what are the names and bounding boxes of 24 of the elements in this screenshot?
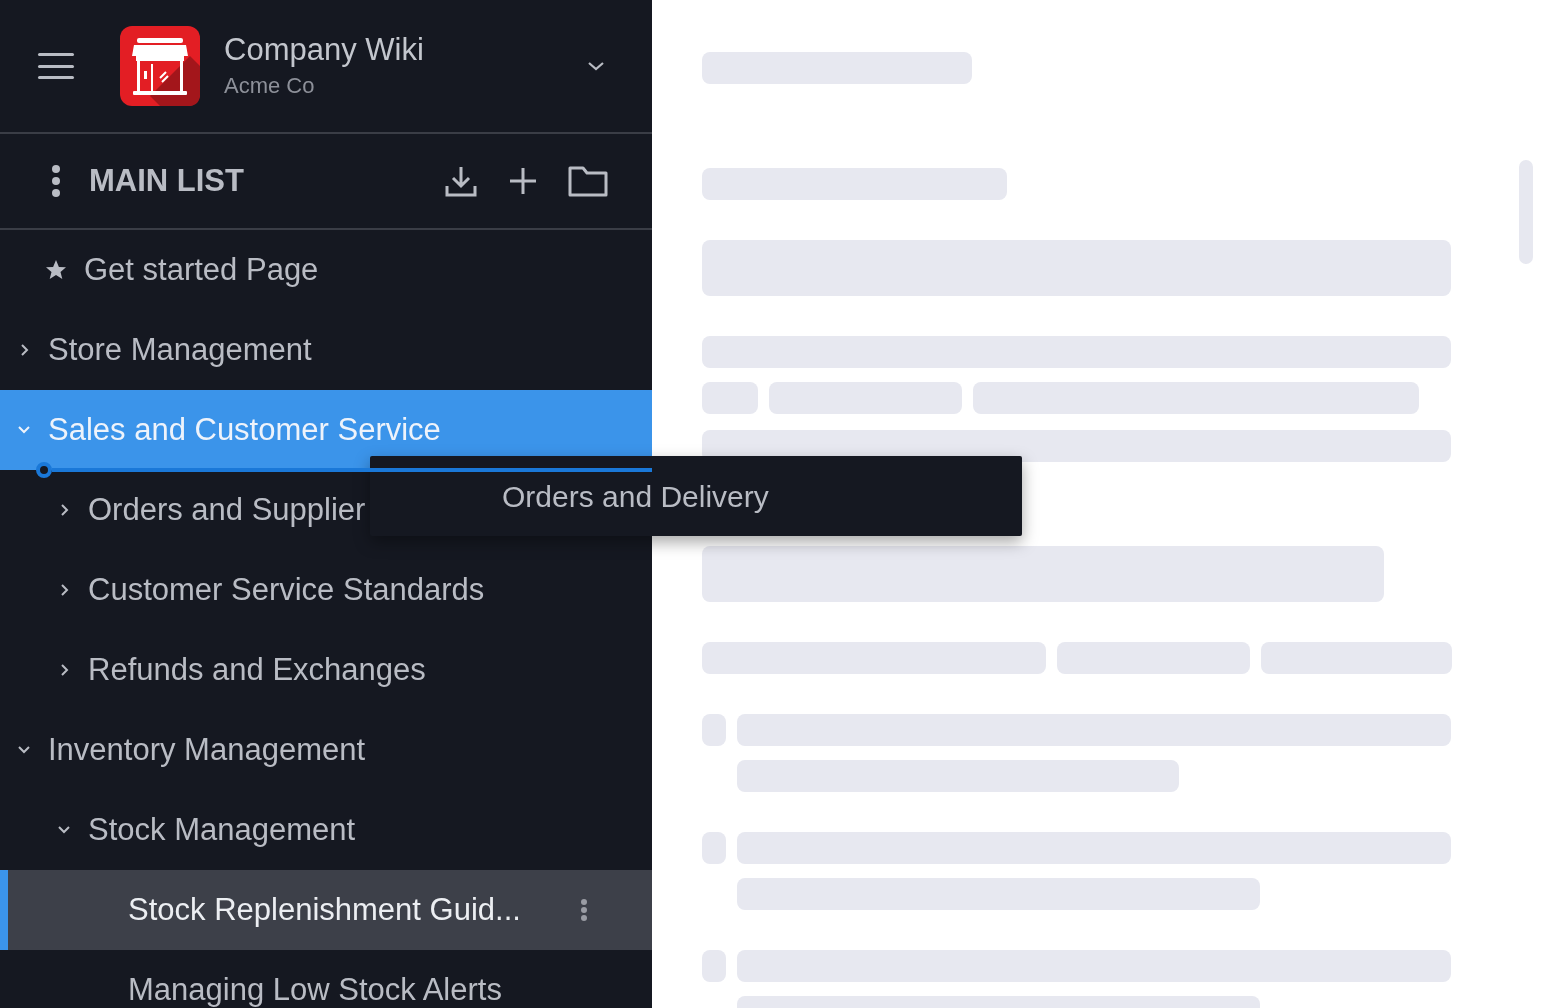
skeleton-bar bbox=[702, 950, 726, 982]
skeleton-bar bbox=[702, 714, 726, 746]
tree-item[interactable]: Managing Low Stock Alerts bbox=[0, 950, 652, 1008]
tree-item[interactable]: Store Management bbox=[0, 310, 652, 390]
folder-icon[interactable] bbox=[568, 165, 608, 197]
tree-item[interactable]: Stock Replenishment Guid... bbox=[0, 870, 652, 950]
workspace-title: Company Wiki bbox=[224, 31, 425, 69]
store-logo-icon bbox=[120, 26, 200, 106]
skeleton-bar bbox=[702, 382, 758, 414]
download-icon[interactable] bbox=[444, 164, 478, 198]
plus-icon[interactable] bbox=[508, 166, 538, 196]
tree-item[interactable]: Stock Management bbox=[0, 790, 652, 870]
chevron-down-icon[interactable] bbox=[586, 60, 606, 72]
list-title: MAIN LIST bbox=[89, 161, 245, 200]
more-vertical-icon[interactable] bbox=[50, 164, 62, 198]
skeleton-bar bbox=[702, 832, 726, 864]
drag-preview-label: Orders and Delivery bbox=[502, 478, 769, 515]
tree-item[interactable]: Refunds and Exchanges bbox=[0, 630, 652, 710]
scrollbar[interactable] bbox=[1519, 160, 1533, 264]
tree-item[interactable]: Customer Service Standards bbox=[0, 550, 652, 630]
tree-item[interactable]: Inventory Management bbox=[0, 710, 652, 790]
tree-item[interactable]: Get started Page bbox=[0, 230, 652, 310]
workspace-subtitle: Acme Co bbox=[224, 72, 316, 100]
menu-icon[interactable] bbox=[38, 53, 74, 79]
